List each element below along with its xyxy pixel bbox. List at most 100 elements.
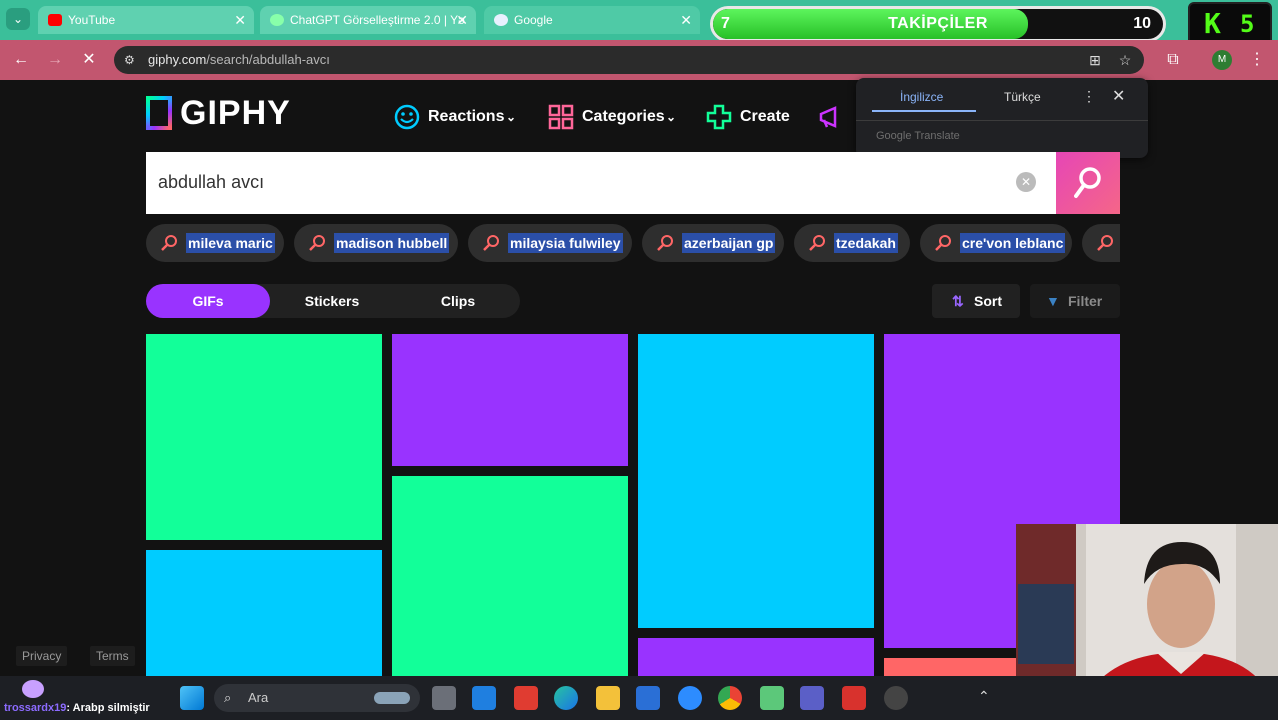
address-toolbar: ← → ✕ ⚙ giphy.com/search/abdullah-avcı ⊞… <box>0 40 1278 80</box>
translate-source-tab[interactable]: İngilizce <box>900 90 943 104</box>
filter-label: Filter <box>1068 293 1103 309</box>
windows-taskbar: trossardx19: Arabp silmiştir ⌕ Ara ⌃ <box>0 676 1278 720</box>
follower-goal-bar: 7 TAKİPÇİLER 10 <box>710 6 1166 42</box>
profile-avatar[interactable]: M <box>1212 50 1232 70</box>
suggestion-chip[interactable]: azerbaijan gp <box>642 224 784 262</box>
search-suggestions: mileva maric madison hubbell milaysia fu… <box>146 224 1120 264</box>
file-explorer-icon[interactable] <box>596 686 620 710</box>
search-icon <box>161 235 177 251</box>
mail-icon[interactable] <box>472 686 496 710</box>
nav-megaphone[interactable] <box>818 100 848 134</box>
forward-icon[interactable]: → <box>44 49 66 71</box>
chrome-icon[interactable] <box>718 686 742 710</box>
teams-icon[interactable] <box>800 686 824 710</box>
extensions-icon[interactable]: ⧉ <box>1162 49 1184 71</box>
zoom-icon[interactable] <box>678 686 702 710</box>
search-icon <box>657 235 673 251</box>
close-tab-icon[interactable]: ✕ <box>680 6 692 34</box>
suggestion-label: milaysia fulwiley <box>508 233 623 253</box>
chevron-up-icon[interactable]: ⌃ <box>978 688 990 705</box>
translate-target-tab[interactable]: Türkçe <box>1004 90 1041 104</box>
browser-menu-icon[interactable]: ⋮ <box>1246 49 1268 71</box>
clear-search-icon[interactable]: ✕ <box>1016 172 1036 192</box>
suggestion-label: madison hubbell <box>334 233 450 253</box>
settings-gear-icon[interactable] <box>884 686 908 710</box>
url-domain: giphy.com <box>148 52 207 67</box>
active-tab-indicator <box>872 110 976 112</box>
sort-button[interactable]: ⇅ Sort <box>932 284 1020 318</box>
chevron-down-icon: ⌄ <box>666 110 677 124</box>
suggestion-chip[interactable]: madison hubbell <box>294 224 458 262</box>
tab-google[interactable]: Google ✕ <box>484 6 700 34</box>
suggestion-chip[interactable] <box>1082 224 1120 262</box>
suggestion-chip[interactable]: tzedakah <box>794 224 910 262</box>
terms-link[interactable]: Terms <box>90 646 135 666</box>
suggestion-label: azerbaijan gp <box>682 233 776 253</box>
privacy-link[interactable]: Privacy <box>16 646 68 666</box>
app-icon[interactable] <box>760 686 784 710</box>
nav-categories[interactable]: Categories ⌄ <box>548 100 682 134</box>
youtube-icon <box>48 14 62 26</box>
close-icon[interactable]: ✕ <box>1112 86 1125 106</box>
sort-label: Sort <box>974 293 1002 309</box>
translate-popup: İngilizce Türkçe ⋮ ✕ Google Translate <box>856 78 1148 158</box>
tab-chatgpt[interactable]: ChatGPT Görselleştirme 2.0 | Yə ✕ <box>260 6 476 34</box>
taskbar-search[interactable]: ⌕ Ara <box>214 684 420 712</box>
task-view-icon[interactable] <box>432 686 456 710</box>
search-icon <box>483 235 499 251</box>
nav-create[interactable]: Create <box>706 100 806 134</box>
more-options-icon[interactable]: ⋮ <box>1082 88 1096 105</box>
smiley-icon <box>394 104 420 130</box>
filter-button[interactable]: ▼ Filter <box>1030 284 1120 318</box>
windows-start-icon[interactable] <box>180 686 204 710</box>
suggestion-chip[interactable]: cre'von leblanc <box>920 224 1072 262</box>
site-settings-icon[interactable]: ⚙ <box>124 52 140 68</box>
grid-icon <box>548 104 574 130</box>
tab-stickers[interactable]: Stickers <box>270 284 394 318</box>
giphy-logo-icon <box>146 96 172 130</box>
tab-search-button[interactable]: ⌄ <box>6 8 30 30</box>
app-icon[interactable] <box>636 686 660 710</box>
gif-tile[interactable] <box>392 476 628 680</box>
filter-icon: ▼ <box>1046 293 1060 309</box>
screen: ⌄ YouTube ✕ ChatGPT Görselleştirme 2.0 |… <box>0 0 1278 720</box>
google-icon <box>494 14 508 26</box>
suggestion-label: cre'von leblanc <box>960 233 1066 253</box>
gif-tile[interactable] <box>392 334 628 466</box>
back-icon[interactable]: ← <box>10 49 32 71</box>
translate-icon[interactable]: ⊞ <box>1086 51 1104 69</box>
megaphone-icon <box>819 106 837 128</box>
bookmark-star-icon[interactable]: ☆ <box>1116 51 1134 69</box>
search-icon <box>809 235 825 251</box>
gif-tile[interactable] <box>146 550 382 680</box>
url-text[interactable]: giphy.com/search/abdullah-avcı <box>148 52 330 67</box>
search-icon <box>1074 167 1101 198</box>
search-input[interactable] <box>158 172 998 193</box>
nav-reactions[interactable]: Reactions ⌄ <box>394 100 524 134</box>
search-icon <box>935 235 951 251</box>
search-icon: ⌕ <box>224 690 232 705</box>
suggestion-label: tzedakah <box>834 233 898 253</box>
gif-tile[interactable] <box>146 334 382 540</box>
suggestion-chip[interactable]: milaysia fulwiley <box>468 224 632 262</box>
pdf-icon[interactable] <box>514 686 538 710</box>
content-type-tabs: GIFs Stickers Clips <box>146 284 520 318</box>
url-path: /search/abdullah-avcı <box>206 52 330 67</box>
tab-youtube[interactable]: YouTube ✕ <box>38 6 254 34</box>
tab-clips[interactable]: Clips <box>396 284 520 318</box>
address-bar[interactable]: ⚙ giphy.com/search/abdullah-avcı ⊞ ☆ <box>114 46 1144 74</box>
stop-loading-icon[interactable]: ✕ <box>78 49 100 71</box>
suggestion-chip[interactable]: mileva maric <box>146 224 284 262</box>
tab-gifs[interactable]: GIFs <box>146 284 270 318</box>
sort-icon: ⇅ <box>952 293 964 309</box>
gif-tile[interactable] <box>638 638 874 680</box>
search-button[interactable] <box>1056 152 1120 214</box>
edge-icon[interactable] <box>554 686 578 710</box>
close-tab-icon[interactable]: ✕ <box>234 6 246 34</box>
gif-tile[interactable] <box>638 334 874 628</box>
divider <box>856 120 1148 121</box>
kick-logo-icon: K <box>1204 7 1221 40</box>
close-tab-icon[interactable]: ✕ <box>456 6 468 34</box>
search-icon <box>309 235 325 251</box>
wps-office-icon[interactable] <box>842 686 866 710</box>
